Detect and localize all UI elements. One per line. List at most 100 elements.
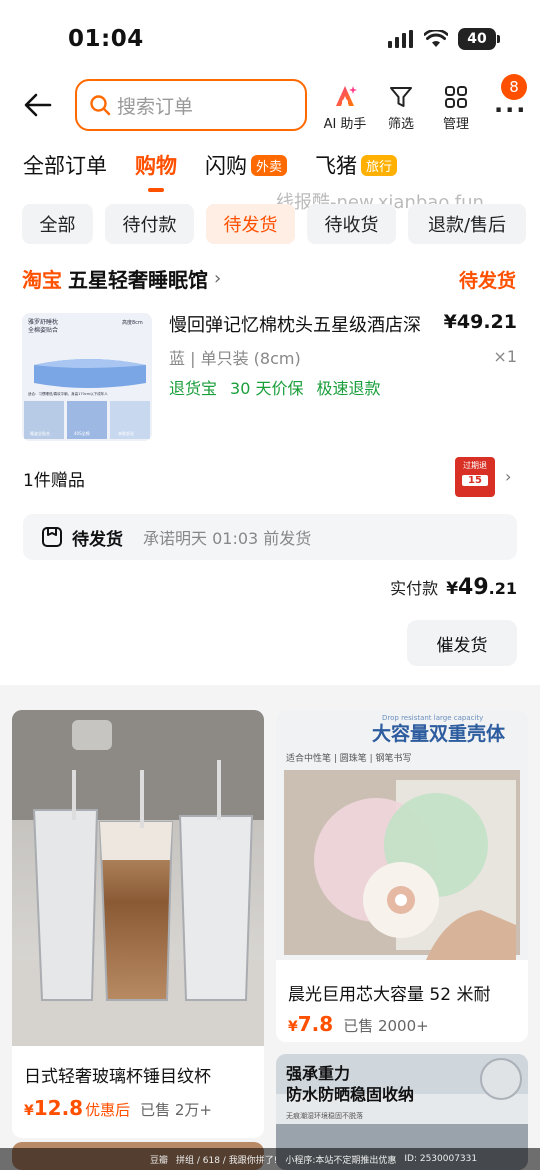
taobao-logo: 淘宝 bbox=[22, 268, 62, 292]
search-icon bbox=[90, 95, 111, 116]
ai-assistant-label: AI 助手 bbox=[323, 117, 367, 132]
rec-price: ¥ 7.8 已售 2000+ bbox=[288, 1012, 429, 1036]
notification-badge: 8 bbox=[501, 74, 527, 100]
chip-pending-receipt[interactable]: 待收货 bbox=[307, 204, 396, 244]
order-type-tabs: 全部订单 购物 闪购 外卖 飞猪 旅行 bbox=[23, 150, 425, 192]
tab-label: 闪购 bbox=[205, 154, 247, 178]
paid-dec: .21 bbox=[488, 579, 517, 598]
search-placeholder: 搜索订单 bbox=[117, 95, 194, 118]
shipping-status-box: 待发货 承诺明天 01:03 前发货 bbox=[23, 514, 517, 560]
product-title[interactable]: 慢回弹记忆棉枕头五星级酒店深 bbox=[169, 311, 444, 337]
image-text: 全棉姿贴合 bbox=[28, 326, 58, 334]
image-text: 40S全棉 bbox=[74, 430, 90, 436]
filter-button[interactable]: 筛选 bbox=[376, 84, 426, 132]
paid-label: 实付款 bbox=[390, 579, 439, 598]
gift-image[interactable]: 过期退 15 bbox=[455, 457, 495, 497]
product-quantity: ×1 bbox=[493, 347, 517, 366]
back-arrow-icon[interactable] bbox=[22, 89, 54, 121]
rec-price-value: 12.8 bbox=[33, 1096, 84, 1120]
tab-label: 全部订单 bbox=[23, 154, 107, 178]
gift-label[interactable]: 1件赠品 bbox=[23, 466, 85, 491]
rec-card[interactable]: Drop resistant large capacity 大容量双重壳体 适合… bbox=[276, 710, 528, 1042]
service-tag: 极速退款 bbox=[316, 379, 381, 398]
gift-image-num: 15 bbox=[462, 475, 488, 486]
rec-sold: 已售 2000+ bbox=[343, 1017, 429, 1035]
status-filter-chips: 全部 待付款 待发货 待收货 退款/售后 bbox=[22, 204, 526, 244]
image-text: 适合：习惯睡低/喜欢平躺，身高170cm以下成年人 bbox=[28, 391, 108, 396]
grid-icon bbox=[445, 86, 467, 108]
product-image[interactable]: 雅罗舒睡枕 全棉姿贴合 高度8cm 适合：习惯睡低/喜欢平躺，身高170cm以下… bbox=[22, 313, 152, 441]
chip-refund[interactable]: 退款/售后 bbox=[408, 204, 526, 244]
image-text: 高度8cm bbox=[122, 319, 143, 326]
image-text: 睡姿全贴合 bbox=[30, 430, 50, 436]
search-input[interactable]: 搜索订单 bbox=[75, 79, 307, 131]
ship-title: 待发货 bbox=[72, 529, 123, 550]
chip-pending-payment[interactable]: 待付款 bbox=[105, 204, 194, 244]
paid-int: 49 bbox=[458, 575, 489, 600]
rec-currency: ¥ bbox=[288, 1019, 298, 1035]
rec-card[interactable]: 日式轻奢玻璃杯锤目纹杯 ¥ 12.8 优惠后 已售 2万+ bbox=[12, 710, 264, 1138]
image-text: 雅罗舒睡枕 bbox=[28, 318, 58, 326]
manage-button[interactable]: 管理 bbox=[431, 84, 481, 132]
package-icon bbox=[42, 527, 62, 547]
tab-tag: 旅行 bbox=[361, 154, 398, 176]
amount-paid: 实付款 ¥ 49 .21 bbox=[390, 575, 517, 600]
funnel-icon bbox=[390, 87, 412, 107]
store-name: 五星轻奢睡眠馆 bbox=[68, 268, 208, 292]
banner-title: 防水防晒稳固收纳 bbox=[286, 1085, 414, 1104]
rec-currency: ¥ bbox=[24, 1103, 34, 1119]
overlay-text: 拼组 / 618 / 我跟你拼了! bbox=[176, 1155, 278, 1166]
paid-currency: ¥ bbox=[446, 579, 459, 599]
product-price: ¥49.21 bbox=[443, 311, 517, 333]
banner-caption: Drop resistant large capacity bbox=[382, 714, 483, 722]
banner-sub: 适合中性笔 | 圆珠笔 | 钢笔书写 bbox=[286, 752, 412, 764]
product-sku: 蓝 | 单只装 (8cm) bbox=[169, 349, 301, 368]
overlay-text: 小程序:本站不定期推出优惠 bbox=[285, 1155, 397, 1166]
chevron-right-icon: › bbox=[214, 268, 222, 289]
chip-pending-shipment[interactable]: 待发货 bbox=[206, 204, 295, 244]
more-icon[interactable]: ··· bbox=[494, 96, 527, 124]
rec-price: ¥ 12.8 优惠后 已售 2万+ bbox=[24, 1096, 212, 1120]
banner-title: 大容量双重壳体 bbox=[372, 722, 506, 745]
tab-tag: 外卖 bbox=[251, 154, 288, 176]
ship-desc: 承诺明天 01:03 前发货 bbox=[143, 529, 312, 548]
manage-label: 管理 bbox=[442, 117, 469, 132]
chevron-right-icon[interactable]: › bbox=[505, 467, 511, 486]
wifi-icon bbox=[424, 30, 448, 47]
rec-title: 日式轻奢玻璃杯锤目纹杯 bbox=[24, 1067, 211, 1087]
service-tags: 退货宝 30 天价保 极速退款 bbox=[169, 375, 380, 399]
overlay-text: 豆瓣 bbox=[150, 1155, 169, 1166]
status-icons: 40 bbox=[388, 28, 500, 50]
tab-flash[interactable]: 闪购 外卖 bbox=[205, 150, 288, 180]
overlay-bar: 豆瓣 拼组 / 618 / 我跟你拼了! 小程序:本站不定期推出优惠 ID: 2… bbox=[0, 1148, 540, 1170]
pillow-image: 雅罗舒睡枕 全棉姿贴合 高度8cm 适合：习惯睡低/喜欢平躺，身高170cm以下… bbox=[22, 313, 152, 441]
image-text: 亲肤舒适 bbox=[118, 430, 134, 436]
service-tag: 退货宝 bbox=[169, 379, 218, 398]
gift-image-text: 过期退 bbox=[463, 461, 487, 470]
product-image: Drop resistant large capacity 大容量双重壳体 适合… bbox=[276, 710, 528, 960]
ai-assistant-button[interactable]: AI 助手 bbox=[320, 84, 370, 132]
banner-sub: 无痕潮湿环境稳固不脱落 bbox=[286, 1111, 363, 1120]
banner-title: 强承重力 bbox=[286, 1064, 350, 1083]
signal-icon bbox=[388, 30, 413, 48]
chip-all[interactable]: 全部 bbox=[22, 204, 93, 244]
rec-price-value: 7.8 bbox=[297, 1012, 334, 1036]
tab-all-orders[interactable]: 全部订单 bbox=[23, 150, 107, 180]
urge-shipment-button[interactable]: 催发货 bbox=[407, 620, 517, 666]
tab-label: 飞猪 bbox=[315, 154, 358, 178]
rec-price-note: 优惠后 bbox=[85, 1101, 131, 1119]
filter-label: 筛选 bbox=[387, 117, 414, 132]
store-link[interactable]: 淘宝 五星轻奢睡眠馆 › bbox=[22, 264, 221, 293]
service-tag: 30 天价保 bbox=[230, 379, 304, 398]
order-status: 待发货 bbox=[458, 270, 516, 292]
overlay-text: ID: 2530007331 bbox=[404, 1154, 478, 1164]
tab-label: 购物 bbox=[135, 154, 177, 178]
rec-sold: 已售 2万+ bbox=[140, 1101, 213, 1119]
rec-title: 晨光巨用芯大容量 52 米耐 bbox=[288, 985, 491, 1005]
tab-fliggy[interactable]: 飞猪 旅行 bbox=[315, 150, 398, 180]
order-page: 01:04 40 搜索订单 AI 助手 筛选 管理 ··· 8 全部订单 购物 … bbox=[0, 0, 540, 685]
product-image bbox=[12, 710, 264, 1046]
battery-icon: 40 bbox=[458, 28, 500, 50]
status-time: 01:04 bbox=[68, 26, 144, 52]
tab-shopping[interactable]: 购物 bbox=[135, 150, 177, 192]
